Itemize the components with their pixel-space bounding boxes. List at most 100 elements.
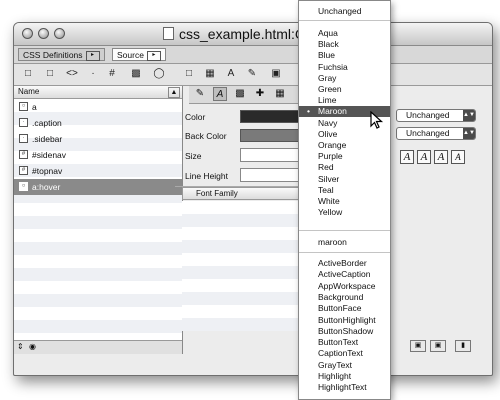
image-icon[interactable]: ▣ (269, 67, 283, 81)
menu-item-buttontext[interactable]: ButtonText (299, 337, 390, 348)
color-select[interactable]: Unchanged ▲▼ (396, 109, 476, 122)
font-family-header: Font Family (182, 187, 302, 200)
dot-icon[interactable]: · (86, 67, 100, 81)
menu-item-silver[interactable]: Silver (299, 174, 390, 185)
list-item[interactable]: # #sidenav (14, 147, 182, 163)
italic-a-icon[interactable]: A (400, 150, 414, 164)
menu-item-buttonhighlight[interactable]: ButtonHighlight (299, 315, 390, 326)
font-family-list[interactable] (182, 201, 302, 331)
menu-item-gray[interactable]: Gray (299, 73, 390, 84)
class-selector-icon: · (19, 134, 28, 143)
menu-item-activeborder[interactable]: ActiveBorder (299, 258, 390, 269)
menu-item-label: Teal (318, 184, 334, 195)
list-item[interactable]: · .sidebar (14, 131, 182, 147)
chevron-down-icon: ▲▼ (463, 110, 475, 121)
italic-a-icon[interactable]: A (434, 150, 448, 164)
menu-item-blue[interactable]: Blue (299, 50, 390, 61)
export-icon[interactable]: ▣ (430, 340, 446, 352)
hash-icon[interactable]: # (105, 67, 119, 81)
menu-item-label: Purple (318, 151, 343, 162)
tab-source[interactable]: Source ▸ (112, 48, 166, 61)
back-color-select[interactable]: Unchanged ▲▼ (396, 127, 476, 140)
menu-item-aqua[interactable]: Aqua (299, 28, 390, 39)
list-item[interactable]: · .caption (14, 115, 182, 131)
menu-item-label: maroon (318, 237, 347, 247)
menu-item-label: HighlightText (318, 382, 367, 393)
menu-item-orange[interactable]: Orange (299, 140, 390, 151)
menu-item-yellow[interactable]: Yellow (299, 207, 390, 218)
color-swatch[interactable] (240, 110, 300, 123)
position-icon[interactable]: ✚ (253, 87, 267, 101)
back-color-swatch[interactable] (240, 129, 300, 142)
menu-item-label: ActiveBorder (318, 258, 367, 268)
size-field[interactable] (240, 148, 300, 162)
menu-item-activecaption[interactable]: ActiveCaption (299, 269, 390, 280)
menu-item-appworkspace[interactable]: AppWorkspace (299, 281, 390, 292)
minimize-button[interactable] (38, 28, 49, 39)
list-item[interactable]: # #topnav (14, 163, 182, 179)
name-column-header[interactable]: Name ▲ (14, 86, 182, 99)
document-icon (163, 27, 174, 40)
grid-icon[interactable]: ▦ (203, 67, 217, 81)
menu-item-buttonface[interactable]: ButtonFace (299, 303, 390, 314)
menu-item-highlight[interactable]: Highlight (299, 371, 390, 382)
comment-icon[interactable]: ◯ (152, 67, 166, 81)
text-style-icon[interactable]: A (213, 87, 227, 101)
menu-item-label: Blue (318, 50, 336, 61)
menu-item-label: GrayText (318, 359, 353, 370)
menu-item-teal[interactable]: Teal (299, 185, 390, 196)
selector-list: ○ a · .caption · .sidebar # #sidenav # #topna… (14, 99, 182, 354)
pen-icon[interactable]: ✎ (245, 67, 259, 81)
menu-item-graytext[interactable]: GrayText (299, 360, 390, 371)
menu-item-buttonshadow[interactable]: ButtonShadow (299, 326, 390, 337)
line-height-field[interactable] (240, 168, 300, 182)
menu-item-unchanged[interactable]: Unchanged (299, 6, 390, 17)
menu-item-purple[interactable]: Purple (299, 151, 390, 162)
menu-item-label: Highlight (318, 371, 352, 381)
menu-item-background[interactable]: Background (299, 292, 390, 303)
close-button[interactable] (22, 28, 33, 39)
font-icon[interactable]: A (224, 67, 238, 81)
selected-bullet-icon: • (307, 106, 310, 117)
menu-item-highlighttext[interactable]: HighlightText (299, 382, 390, 393)
folder-icon[interactable]: ▩ (129, 67, 143, 81)
menu-item-red[interactable]: Red (299, 162, 390, 173)
italic-a-icon[interactable]: A (417, 150, 431, 164)
background-icon[interactable]: ▩ (233, 87, 247, 101)
menu-item-green[interactable]: Green (299, 84, 390, 95)
menu-item-label: ActiveCaption (318, 269, 371, 280)
list-item[interactable]: ○ a (14, 99, 182, 115)
superscript-a-icon[interactable]: A (451, 150, 465, 164)
menu-item-label: Silver (318, 173, 340, 184)
color-label: Color (185, 112, 206, 122)
resize-arrows-icon[interactable]: ⇕ (17, 342, 24, 351)
chevron-down-icon: ▲▼ (463, 128, 475, 139)
save-icon[interactable]: ▣ (410, 340, 426, 352)
block-icon[interactable]: ▦ (273, 87, 287, 101)
zoom-button[interactable] (54, 28, 65, 39)
id-selector-icon: # (19, 150, 28, 159)
menu-item-label: Maroon (318, 106, 347, 117)
page-icon[interactable]: □ (182, 67, 196, 81)
menu-item-black[interactable]: Black (299, 39, 390, 50)
tab-css-definitions[interactable]: CSS Definitions ▸ (18, 48, 105, 61)
menu-item-label: Black (318, 39, 339, 50)
list-item-selected[interactable]: ○ a:hover (14, 179, 182, 195)
tag-selector-icon: ○ (19, 102, 28, 111)
code-icon[interactable]: <> (65, 67, 79, 81)
menu-item-fuchsia[interactable]: Fuchsia (299, 62, 390, 73)
eye-icon[interactable]: ◉ (29, 342, 36, 351)
menu-item-captiontext[interactable]: CaptionText (299, 348, 390, 359)
sort-icon[interactable]: ▲ (168, 87, 180, 98)
menu-item-lime[interactable]: Lime (299, 95, 390, 106)
menu-separator (299, 252, 390, 253)
source-toggle-icon: ▸ (146, 50, 161, 61)
brush-icon[interactable]: ✎ (193, 87, 207, 101)
menu-item-label: ButtonHighlight (318, 314, 376, 325)
new-selector-icon[interactable]: □ (21, 67, 35, 81)
menu-item-olive[interactable]: Olive (299, 129, 390, 140)
menu-item-current[interactable]: maroon (299, 237, 390, 248)
new-class-icon[interactable]: □ (43, 67, 57, 81)
menu-item-white[interactable]: White (299, 196, 390, 207)
trash-icon[interactable]: ▮ (455, 340, 471, 352)
